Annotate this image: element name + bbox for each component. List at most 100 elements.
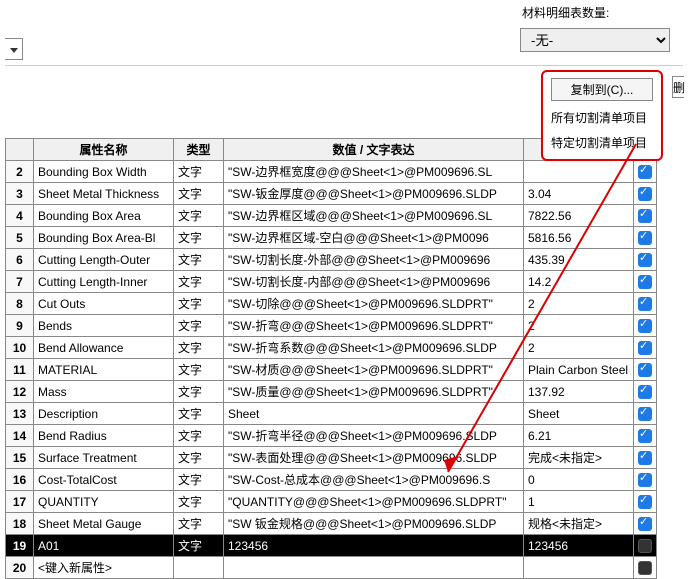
prop-name-cell[interactable]: Cutting Length-Inner [34,271,174,293]
table-row[interactable]: 2Bounding Box Width文字"SW-边界框宽度@@@Sheet<1… [6,161,657,183]
prop-value-cell[interactable]: "SW-表面处理@@@Sheet<1>@PM009696.SLDP [224,447,524,469]
prop-value-cell[interactable]: "SW-切割长度-内部@@@Sheet<1>@PM009696 [224,271,524,293]
prop-type-cell[interactable]: 文字 [174,425,224,447]
prop-name-cell[interactable]: Description [34,403,174,425]
table-row[interactable]: 15Surface Treatment文字"SW-表面处理@@@Sheet<1>… [6,447,657,469]
prop-check-cell[interactable] [634,227,657,249]
prop-check-cell[interactable] [634,293,657,315]
prop-check-cell[interactable] [634,359,657,381]
type-header[interactable]: 类型 [174,139,224,161]
name-header[interactable]: 属性名称 [34,139,174,161]
checkbox-icon[interactable] [638,297,652,311]
prop-check-cell[interactable] [634,535,657,557]
prop-type-cell[interactable]: 文字 [174,337,224,359]
table-row[interactable]: 5Bounding Box Area-Bl文字"SW-边界框区域-空白@@@Sh… [6,227,657,249]
checkbox-icon[interactable] [638,165,652,179]
left-dropdown[interactable] [5,38,23,60]
prop-type-cell[interactable]: 文字 [174,513,224,535]
table-row[interactable]: 6Cutting Length-Outer文字"SW-切割长度-外部@@@She… [6,249,657,271]
prop-name-cell[interactable]: Bounding Box Width [34,161,174,183]
checkbox-icon[interactable] [638,539,652,553]
prop-type-cell[interactable]: 文字 [174,535,224,557]
table-row[interactable]: 18Sheet Metal Gauge文字"SW 钣金规格@@@Sheet<1>… [6,513,657,535]
prop-name-cell[interactable]: Surface Treatment [34,447,174,469]
value-header[interactable]: 数值 / 文字表达 [224,139,524,161]
checkbox-icon[interactable] [638,187,652,201]
table-row[interactable]: 4Bounding Box Area文字"SW-边界框区域@@@Sheet<1>… [6,205,657,227]
prop-type-cell[interactable]: 文字 [174,161,224,183]
prop-type-cell[interactable]: 文字 [174,447,224,469]
prop-value-cell[interactable]: "QUANTITY@@@Sheet<1>@PM009696.SLDPRT" [224,491,524,513]
table-row[interactable]: 20<键入新属性> [6,557,657,579]
checkbox-icon[interactable] [638,473,652,487]
checkbox-icon[interactable] [638,209,652,223]
prop-value-cell[interactable]: "SW-边界框宽度@@@Sheet<1>@PM009696.SL [224,161,524,183]
prop-value-cell[interactable] [224,557,524,579]
checkbox-icon[interactable] [638,363,652,377]
prop-value-cell[interactable]: "SW-折弯系数@@@Sheet<1>@PM009696.SLDP [224,337,524,359]
prop-value-cell[interactable]: 123456 [224,535,524,557]
prop-name-cell[interactable]: Bend Allowance [34,337,174,359]
prop-check-cell[interactable] [634,205,657,227]
prop-check-cell[interactable] [634,557,657,579]
prop-name-cell[interactable]: Cost-TotalCost [34,469,174,491]
prop-type-cell[interactable]: 文字 [174,293,224,315]
prop-value-cell[interactable]: "SW-切除@@@Sheet<1>@PM009696.SLDPRT" [224,293,524,315]
prop-name-cell[interactable]: Bounding Box Area-Bl [34,227,174,249]
prop-type-cell[interactable] [174,557,224,579]
prop-check-cell[interactable] [634,315,657,337]
checkbox-icon[interactable] [638,429,652,443]
prop-name-cell[interactable]: Sheet Metal Thickness [34,183,174,205]
prop-name-cell[interactable]: Bend Radius [34,425,174,447]
table-row[interactable]: 19A01文字123456123456 [6,535,657,557]
prop-value-cell[interactable]: "SW-边界框区域@@@Sheet<1>@PM009696.SL [224,205,524,227]
prop-name-cell[interactable]: Mass [34,381,174,403]
checkbox-icon[interactable] [638,275,652,289]
prop-type-cell[interactable]: 文字 [174,403,224,425]
table-row[interactable]: 3Sheet Metal Thickness文字"SW-钣金厚度@@@Sheet… [6,183,657,205]
prop-value-cell[interactable]: "SW 钣金规格@@@Sheet<1>@PM009696.SLDP [224,513,524,535]
copy-to-button[interactable]: 复制到(C)... [551,78,653,101]
prop-check-cell[interactable] [634,161,657,183]
table-row[interactable]: 7Cutting Length-Inner文字"SW-切割长度-内部@@@She… [6,271,657,293]
prop-name-cell[interactable]: Bounding Box Area [34,205,174,227]
prop-check-cell[interactable] [634,447,657,469]
table-row[interactable]: 11MATERIAL文字"SW-材质@@@Sheet<1>@PM009696.S… [6,359,657,381]
prop-name-cell[interactable]: Cut Outs [34,293,174,315]
prop-name-cell[interactable]: Sheet Metal Gauge [34,513,174,535]
checkbox-icon[interactable] [638,253,652,267]
prop-value-cell[interactable]: Sheet [224,403,524,425]
prop-value-cell[interactable]: "SW-折弯半径@@@Sheet<1>@PM009696.SLDP [224,425,524,447]
prop-value-cell[interactable]: "SW-钣金厚度@@@Sheet<1>@PM009696.SLDP [224,183,524,205]
prop-check-cell[interactable] [634,381,657,403]
prop-type-cell[interactable]: 文字 [174,469,224,491]
checkbox-icon[interactable] [638,517,652,531]
prop-check-cell[interactable] [634,249,657,271]
prop-name-cell[interactable]: QUANTITY [34,491,174,513]
checkbox-icon[interactable] [638,451,652,465]
prop-check-cell[interactable] [634,425,657,447]
prop-value-cell[interactable]: "SW-材质@@@Sheet<1>@PM009696.SLDPRT" [224,359,524,381]
prop-name-cell[interactable]: Cutting Length-Outer [34,249,174,271]
prop-check-cell[interactable] [634,183,657,205]
table-row[interactable]: 14Bend Radius文字"SW-折弯半径@@@Sheet<1>@PM009… [6,425,657,447]
prop-check-cell[interactable] [634,491,657,513]
checkbox-icon[interactable] [638,341,652,355]
prop-type-cell[interactable]: 文字 [174,205,224,227]
prop-name-cell[interactable]: Bends [34,315,174,337]
prop-type-cell[interactable]: 文字 [174,381,224,403]
table-row[interactable]: 12Mass文字"SW-质量@@@Sheet<1>@PM009696.SLDPR… [6,381,657,403]
checkbox-icon[interactable] [638,407,652,421]
prop-check-cell[interactable] [634,469,657,491]
table-row[interactable]: 9Bends文字"SW-折弯@@@Sheet<1>@PM009696.SLDPR… [6,315,657,337]
prop-value-cell[interactable]: "SW-质量@@@Sheet<1>@PM009696.SLDPRT" [224,381,524,403]
table-row[interactable]: 17QUANTITY文字"QUANTITY@@@Sheet<1>@PM00969… [6,491,657,513]
table-row[interactable]: 16Cost-TotalCost文字"SW-Cost-总成本@@@Sheet<1… [6,469,657,491]
popup-all-items[interactable]: 所有切割清单项目 [543,105,661,130]
checkbox-icon[interactable] [638,231,652,245]
table-row[interactable]: 13Description文字SheetSheet [6,403,657,425]
checkbox-icon[interactable] [638,495,652,509]
prop-type-cell[interactable]: 文字 [174,183,224,205]
prop-check-cell[interactable] [634,271,657,293]
prop-type-cell[interactable]: 文字 [174,227,224,249]
